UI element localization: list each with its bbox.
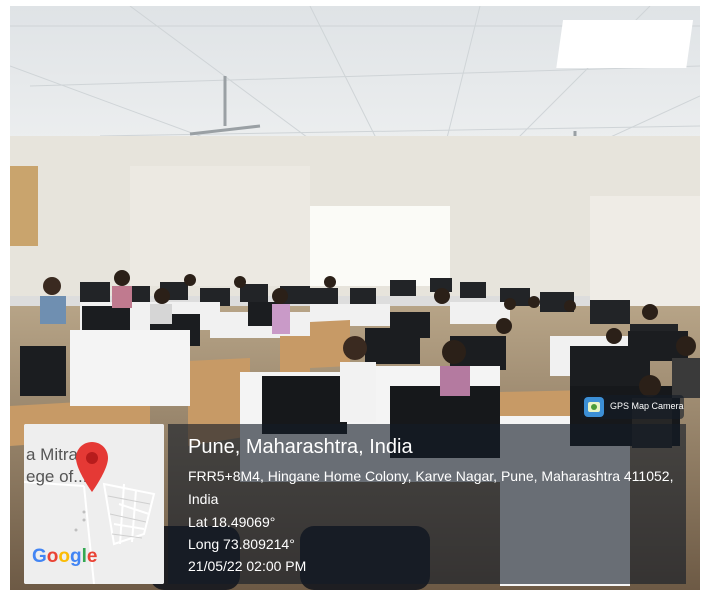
map-thumbnail: a Mitra ege of... Google (24, 424, 164, 584)
google-logo: Google (32, 546, 98, 567)
datetime-text: 21/05/22 02:00 PM (188, 558, 307, 574)
location-info-panel: Pune, Maharashtra, India FRR5+8M4, Hinga… (168, 424, 686, 584)
gps-map-camera-icon (584, 397, 604, 417)
address-line-1: FRR5+8M4, Hingane Home Colony, Karve Nag… (188, 468, 674, 484)
address-line-2: India (188, 491, 219, 507)
longitude-text: Long 73.809214° (188, 536, 295, 552)
gps-map-camera-badge: GPS Map Camera (580, 395, 684, 419)
location-title: Pune, Maharashtra, India (188, 436, 413, 458)
latitude-text: Lat 18.49069° (188, 514, 276, 530)
gps-badge-label: GPS Map Camera (610, 401, 684, 411)
gps-info-card: a Mitra ege of... Google Pune, Maharasht… (24, 424, 686, 584)
